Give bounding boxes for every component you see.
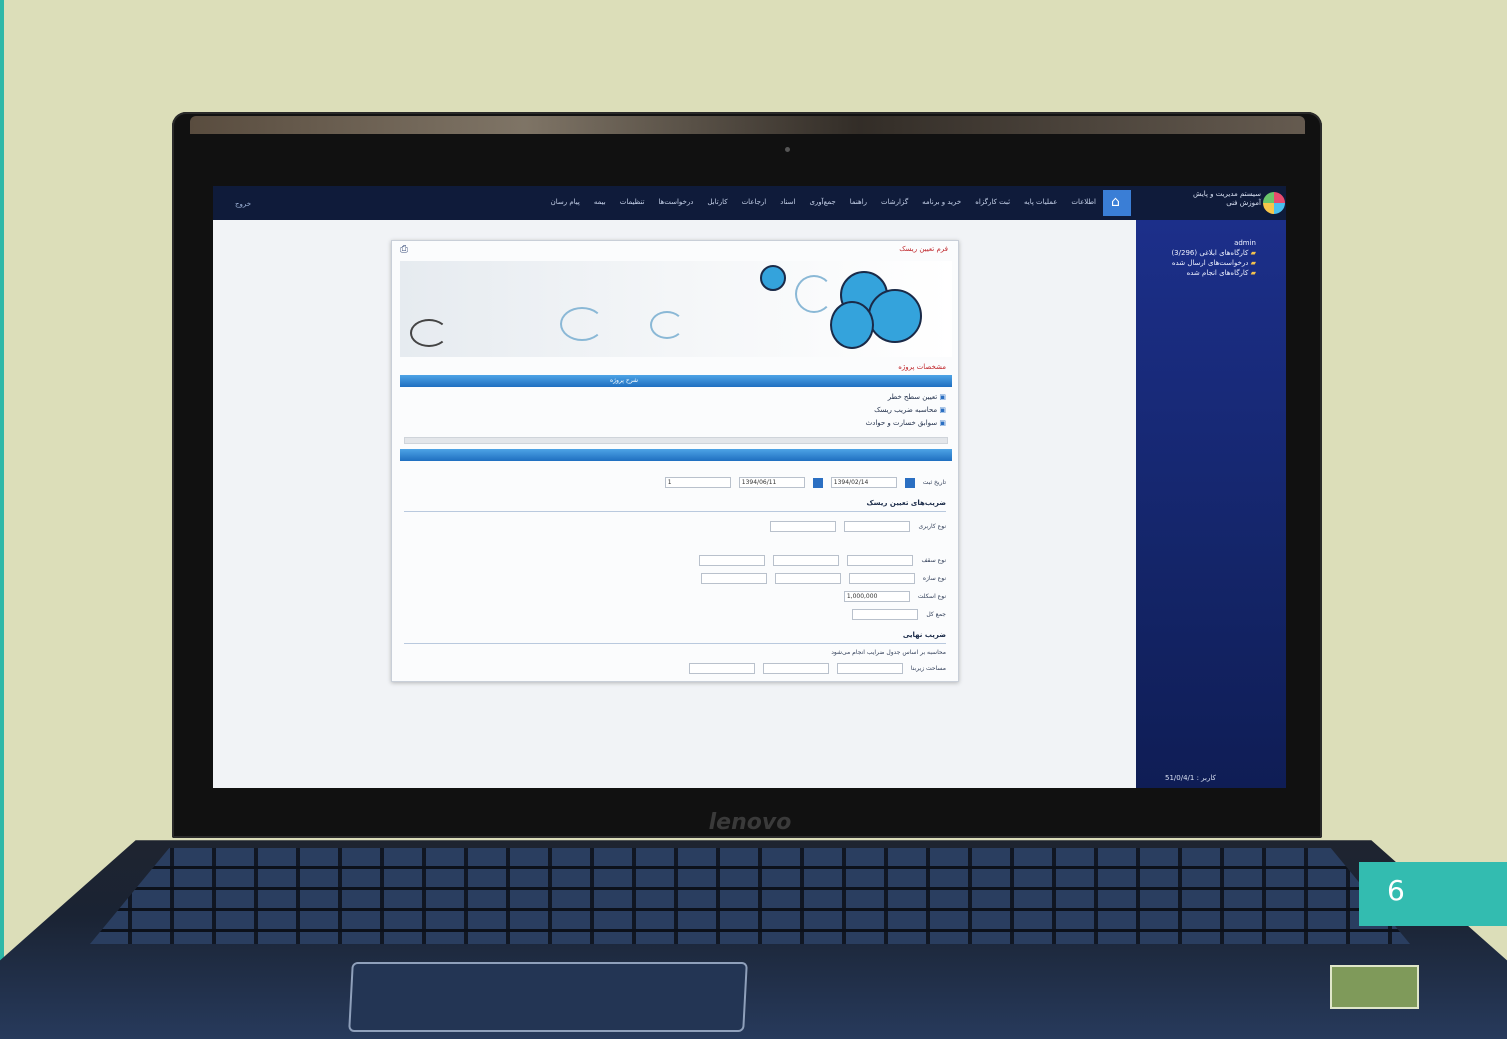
- flower-petal: [868, 289, 922, 343]
- row-input[interactable]: [848, 573, 915, 584]
- row-label: نوع کاربری: [918, 523, 946, 530]
- row-input[interactable]: [699, 555, 766, 566]
- sidebar-tree: admin کارگاه‌های ابلاغی (3/296) درخواست‌…: [1146, 238, 1256, 278]
- calendar-icon[interactable]: [904, 477, 915, 488]
- row-input[interactable]: [836, 663, 903, 674]
- total-label: جمع کل: [926, 611, 946, 618]
- sidebar-footer: کاربر : 51/0/4/1: [1165, 774, 1216, 782]
- row-input[interactable]: [774, 573, 841, 584]
- menu-item[interactable]: اسناد: [780, 198, 795, 206]
- menu-item[interactable]: راهنما: [850, 198, 867, 206]
- menu-item[interactable]: ثبت کارگزاه: [975, 198, 1010, 206]
- menu-item[interactable]: پیام رسان: [551, 198, 580, 206]
- logo-icon: [1263, 192, 1285, 214]
- row-input[interactable]: [844, 521, 911, 532]
- top-navigation-bar: خروج اطلاعات عملیات پایه ثبت کارگزاه خرید و…: [213, 186, 1286, 220]
- flower-petal: [830, 301, 874, 349]
- footer-header: ضریب نهایی: [902, 631, 946, 639]
- date-input[interactable]: 1394/02/14: [830, 477, 897, 488]
- swirl-decoration: [650, 311, 684, 339]
- lid-reflection: [190, 116, 1305, 134]
- swirl-decoration: [560, 307, 604, 341]
- item-list: تعیین سطح خطر محاسبه ضریب ریسک سوابق خسا…: [646, 391, 946, 430]
- tree-item-done[interactable]: کارگاه‌های انجام شده: [1146, 268, 1256, 278]
- date-row: تاریخ ثبت 1394/02/14 1394/06/11 1: [664, 477, 946, 488]
- home-button[interactable]: [1103, 190, 1131, 216]
- date2-input[interactable]: 1394/06/11: [738, 477, 805, 488]
- sidebar: [1136, 220, 1286, 788]
- flower-banner: [400, 261, 952, 357]
- form-row: نوع اسکلت 1,000,000: [843, 591, 946, 602]
- laptop-brand-logo: lenovo: [708, 810, 792, 835]
- laptop-sticker: [1330, 965, 1419, 1009]
- menu-item[interactable]: اطلاعات: [1071, 198, 1096, 206]
- flower-petal: [760, 265, 786, 291]
- form-row: نوع سازه: [700, 573, 946, 584]
- footer-row: محاسبه بر اساس جدول ضرایب انجام می‌شود: [831, 649, 946, 656]
- webcam-icon: [785, 147, 790, 152]
- date-label: تاریخ ثبت: [922, 479, 946, 486]
- total-sum-input[interactable]: [852, 609, 919, 620]
- horizontal-scrollbar[interactable]: [404, 437, 948, 444]
- list-item[interactable]: تعیین سطح خطر: [646, 391, 946, 404]
- menu-item[interactable]: جمع‌آوری: [809, 198, 835, 206]
- app-logo: سیستم مدیریت و پایش آموزش فنی: [1151, 190, 1285, 216]
- menu-item[interactable]: بیمه: [594, 198, 606, 206]
- footer-row: مساحت زیربنا: [688, 663, 946, 674]
- logout-link[interactable]: خروج: [235, 200, 251, 208]
- swirl-decoration: [410, 319, 448, 347]
- form-row: نوع کاربری: [770, 521, 946, 532]
- divider: [404, 643, 946, 644]
- table-header: شرح پروژه: [400, 375, 952, 387]
- laptop-screen: خروج اطلاعات عملیات پایه ثبت کارگزاه خرید و…: [213, 186, 1286, 788]
- menu-item[interactable]: درخواست‌ها: [658, 198, 693, 206]
- row-input[interactable]: [773, 555, 840, 566]
- form-row: جمع کل: [852, 609, 946, 620]
- row-input[interactable]: [762, 663, 829, 674]
- list-item[interactable]: سوابق خسارت و حوادث: [646, 417, 946, 430]
- touchpad: [348, 962, 748, 1032]
- menu-item[interactable]: کارتابل: [707, 198, 727, 206]
- calendar-icon[interactable]: [812, 477, 823, 488]
- row-label: نوع اسکلت: [917, 593, 946, 600]
- row-label: نوع سازه: [922, 575, 946, 582]
- tree-item-assigned[interactable]: کارگاه‌های ابلاغی (3/296): [1146, 248, 1256, 258]
- row-input[interactable]: [688, 663, 755, 674]
- form-window: فرم تعیین ریسک ⎙ مشخصات پروژه شرح پروژه …: [391, 240, 959, 682]
- row-input[interactable]: [770, 521, 837, 532]
- page-number-badge: 6: [1359, 862, 1507, 926]
- keyboard-rows: [90, 848, 1410, 944]
- logo-text-2: آموزش فنی: [1226, 199, 1261, 207]
- menu-item[interactable]: خرید و برنامه: [922, 198, 961, 206]
- page-number: 6: [1387, 874, 1405, 907]
- list-item[interactable]: محاسبه ضریب ریسک: [646, 404, 946, 417]
- logo-text-1: سیستم مدیریت و پایش: [1192, 190, 1261, 198]
- table-header-label: شرح پروژه: [610, 377, 639, 384]
- menu-item[interactable]: ارجاعات: [742, 198, 767, 206]
- footer-note: محاسبه بر اساس جدول ضرایب انجام می‌شود: [831, 649, 946, 656]
- risk-form: تاریخ ثبت 1394/02/14 1394/06/11 1 ضریب‌ه…: [404, 469, 946, 679]
- row-input[interactable]: [847, 555, 914, 566]
- divider: [404, 511, 946, 512]
- menu-item[interactable]: گزارشات: [881, 198, 908, 206]
- swirl-decoration: [795, 275, 833, 313]
- count-input[interactable]: 1: [664, 477, 731, 488]
- form-row: نوع سقف: [699, 555, 946, 566]
- menu-item[interactable]: تنظیمات: [620, 198, 645, 206]
- row-label: نوع سقف: [921, 557, 946, 564]
- pager-bar: [400, 449, 952, 461]
- section-label: مشخصات پروژه: [898, 363, 946, 371]
- window-title: فرم تعیین ریسک: [899, 245, 948, 253]
- tree-item-sent[interactable]: درخواست‌های ارسال شده: [1146, 258, 1256, 268]
- tree-item-user[interactable]: admin: [1146, 238, 1256, 248]
- menu-item[interactable]: عملیات پایه: [1024, 198, 1057, 206]
- row-input[interactable]: [700, 573, 767, 584]
- main-menu: اطلاعات عملیات پایه ثبت کارگزاه خرید و برنا…: [551, 198, 1096, 206]
- section-header: ضریب‌های تعیین ریسک: [866, 499, 946, 507]
- edge-stripe: [0, 0, 4, 1039]
- row-label: مساحت زیربنا: [910, 665, 946, 672]
- print-icon[interactable]: ⎙: [400, 245, 410, 255]
- total-input[interactable]: 1,000,000: [843, 591, 910, 602]
